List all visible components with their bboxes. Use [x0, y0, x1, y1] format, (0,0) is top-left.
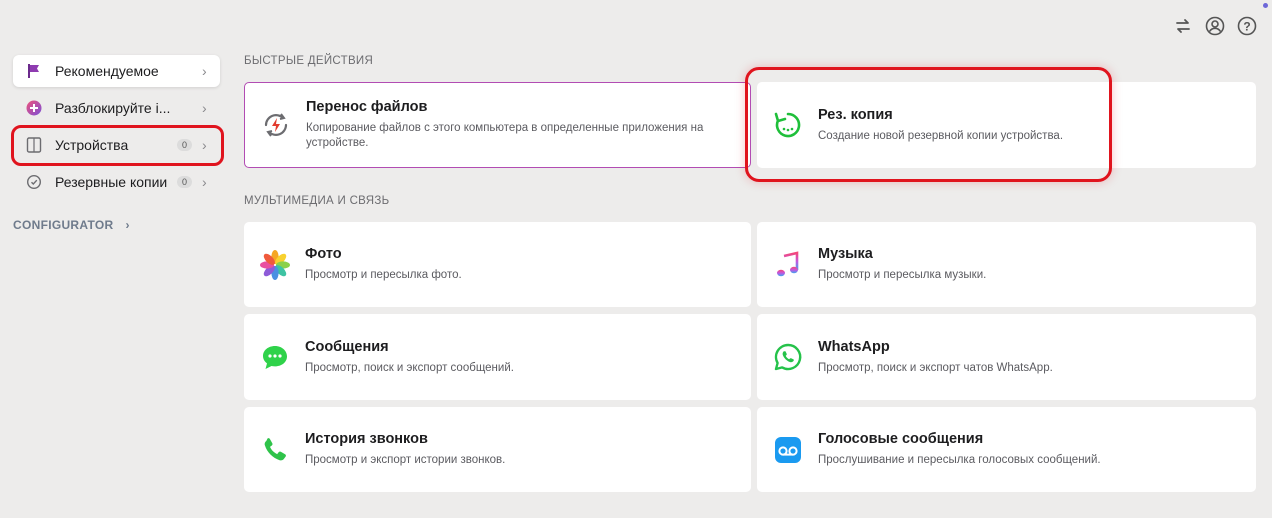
photos-icon: [258, 248, 292, 282]
card-title: Фото: [305, 246, 342, 262]
sidebar-item-label: Устройства: [55, 137, 129, 153]
whatsapp-card[interactable]: WhatsApp Просмотр, поиск и экспорт чатов…: [757, 314, 1256, 400]
sidebar-item-label: Разблокируйте i...: [55, 100, 171, 116]
voicemail-icon: [771, 433, 805, 467]
chevron-right-icon: ›: [202, 174, 207, 190]
card-title: Рез. копия: [818, 106, 893, 123]
sidebar-item-label: Рекомендуемое: [55, 63, 159, 79]
section-title-media: МУЛЬТИМЕДИА И СВЯЗЬ: [244, 195, 390, 207]
messages-card[interactable]: Сообщения Просмотр, поиск и экспорт сооб…: [244, 314, 751, 400]
card-title: Сообщения: [305, 338, 389, 355]
card-description: Просмотр, поиск и экспорт чатов WhatsApp…: [818, 361, 1053, 374]
file-transfer-card[interactable]: Перенос файлов Копирование файлов с этог…: [244, 82, 751, 168]
flag-icon: [25, 62, 43, 80]
backup-card[interactable]: Рез. копия Создание новой резервной копи…: [757, 82, 1256, 168]
top-toolbar: ?: [1172, 15, 1258, 37]
count-badge: 0: [176, 176, 192, 188]
devices-icon: [25, 136, 43, 154]
chevron-right-icon: ›: [125, 218, 130, 232]
backup-icon: [771, 108, 805, 142]
card-title: История звонков: [305, 431, 428, 447]
sidebar-item-backups[interactable]: Резервные копии 0 ›: [13, 166, 220, 198]
card-title: Голосовые сообщения: [818, 431, 984, 447]
sidebar-item-label: Резервные копии: [55, 174, 168, 190]
section-title-quick-actions: БЫСТРЫЕ ДЕЙСТВИЯ: [244, 55, 374, 67]
sidebar-item-devices[interactable]: Устройства 0 ›: [13, 129, 220, 161]
sidebar-item-featured[interactable]: Рекомендуемое ›: [13, 55, 220, 87]
sidebar-item-unlock[interactable]: Разблокируйте i... ›: [13, 92, 220, 124]
card-description: Просмотр и пересылка фото.: [305, 269, 462, 281]
whatsapp-icon: [771, 340, 805, 374]
unlock-icon: [25, 99, 43, 117]
chevron-right-icon: ›: [202, 100, 207, 116]
card-title: Музыка: [818, 246, 873, 262]
configurator-link[interactable]: CONFIGURATOR ›: [13, 218, 130, 232]
file-transfer-icon: [259, 108, 293, 142]
card-description: Создание новой резервной копии устройств…: [818, 129, 1064, 142]
phone-icon: [258, 433, 292, 467]
card-description: Прослушивание и пересылка голосовых сооб…: [818, 454, 1101, 466]
sidebar: Рекомендуемое › Разблокируйте i... › Уст…: [13, 55, 220, 203]
photos-card[interactable]: Фото Просмотр и пересылка фото.: [244, 222, 751, 307]
messages-icon: [258, 340, 292, 374]
notification-dot: [1263, 3, 1268, 8]
card-title: WhatsApp: [818, 338, 890, 355]
voicemail-card[interactable]: Голосовые сообщения Прослушивание и пере…: [757, 407, 1256, 492]
svg-text:?: ?: [1243, 20, 1250, 34]
user-circle-icon[interactable]: [1204, 15, 1226, 37]
card-description: Просмотр, поиск и экспорт сообщений.: [305, 361, 514, 374]
chevron-right-icon: ›: [202, 137, 207, 153]
chevron-right-icon: ›: [202, 63, 207, 79]
arrows-exchange-icon[interactable]: [1172, 15, 1194, 37]
card-description: Просмотр и экспорт истории звонков.: [305, 454, 506, 466]
card-description: Копирование файлов с этого компьютера в …: [306, 122, 704, 149]
card-title: Перенос файлов: [306, 99, 428, 115]
card-description: Просмотр и пересылка музыки.: [818, 269, 987, 281]
backup-clock-icon: [25, 173, 43, 191]
configurator-label: CONFIGURATOR: [13, 218, 114, 232]
question-circle-icon[interactable]: ?: [1236, 15, 1258, 37]
music-card[interactable]: Музыка Просмотр и пересылка музыки.: [757, 222, 1256, 307]
call-history-card[interactable]: История звонков Просмотр и экспорт истор…: [244, 407, 751, 492]
count-badge: 0: [176, 139, 192, 151]
music-icon: [771, 248, 805, 282]
